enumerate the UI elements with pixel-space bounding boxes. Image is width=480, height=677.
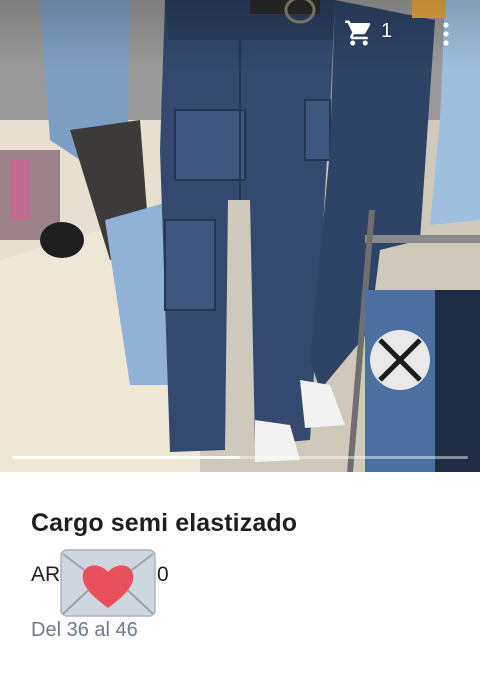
- cart-count-badge: 1: [381, 20, 393, 42]
- cart-icon[interactable]: [344, 18, 374, 48]
- cart-icon-glyph: [345, 20, 371, 46]
- top-app-bar: [0, 0, 480, 70]
- jeans-photo-illustration: [0, 0, 480, 472]
- heart-envelope-glyph: [60, 549, 156, 617]
- product-photo[interactable]: [0, 0, 480, 472]
- price-suffix: 0: [157, 563, 169, 586]
- more-vert-icon-glyph: [443, 22, 449, 46]
- product-info-panel: Cargo semi elastizado AR 0 Del 36 al 46: [0, 472, 480, 677]
- size-range: Del 36 al 46: [31, 619, 138, 641]
- product-title: Cargo semi elastizado: [31, 509, 298, 537]
- heart-envelope-sticker-icon: [59, 548, 157, 618]
- price-prefix: AR: [31, 563, 61, 586]
- more-vert-icon[interactable]: [436, 18, 456, 50]
- gallery-progress-fill: [12, 456, 240, 459]
- gallery-progress-bar: [12, 456, 468, 459]
